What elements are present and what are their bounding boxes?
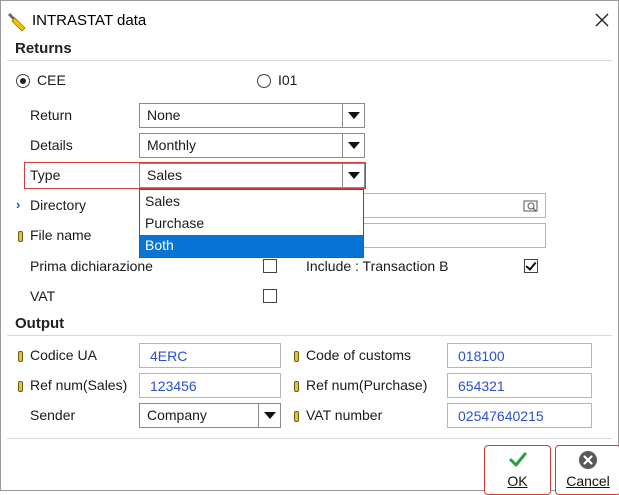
return-value: None — [147, 107, 181, 123]
codice-ua-label: Codice UA — [30, 347, 97, 363]
type-option-purchase[interactable]: Purchase — [140, 213, 363, 235]
wrench-icon — [8, 13, 26, 32]
details-label: Details — [30, 137, 73, 153]
prima-dichiarazione-checkbox[interactable] — [263, 259, 277, 273]
window-title: INTRASTAT data — [32, 12, 147, 29]
codice-ua-field[interactable]: 4ERC — [139, 343, 281, 368]
ref-num-purchase-value: 654321 — [458, 378, 505, 394]
sender-label: Sender — [30, 407, 76, 423]
close-icon[interactable] — [591, 9, 613, 31]
browse-folder-icon[interactable] — [523, 198, 539, 213]
ref-num-purchase-field[interactable]: 654321 — [447, 373, 592, 398]
returns-section-title: Returns — [15, 40, 72, 57]
type-dropdown-list: Sales Purchase Both — [139, 189, 364, 258]
expand-arrow-icon: › — [16, 197, 21, 212]
required-marker-icon — [18, 351, 23, 362]
required-marker-icon — [294, 381, 299, 392]
codice-ua-value: 4ERC — [150, 348, 188, 364]
radio-cee-label: CEE — [37, 72, 66, 88]
type-select[interactable]: Sales — [139, 163, 365, 188]
required-marker-icon — [18, 381, 23, 392]
required-marker-icon — [18, 231, 23, 242]
intrastat-dialog: INTRASTAT data Returns CEE I01 Return No… — [0, 0, 619, 495]
code-of-customs-field[interactable]: 018100 — [447, 343, 592, 368]
directory-label: Directory — [30, 197, 87, 213]
chevron-down-icon[interactable] — [258, 404, 280, 427]
vat-number-value: 02547640215 — [458, 408, 544, 424]
prima-dichiarazione-label: Prima dichiarazione — [30, 258, 153, 274]
type-option-both[interactable]: Both — [140, 235, 363, 257]
required-marker-icon — [294, 411, 299, 422]
type-value: Sales — [147, 167, 183, 183]
include-transaction-b-checkbox[interactable] — [524, 259, 538, 273]
vat-number-label: VAT number — [306, 407, 383, 423]
ref-num-purchase-label: Ref num(Purchase) — [306, 377, 428, 393]
ok-button[interactable]: OK — [484, 445, 551, 495]
details-select[interactable]: Monthly — [139, 133, 365, 158]
ok-button-label: OK — [507, 473, 528, 489]
return-select[interactable]: None — [139, 103, 365, 128]
code-of-customs-label: Code of customs — [306, 347, 412, 363]
ref-num-sales-label: Ref num(Sales) — [30, 377, 128, 393]
cancel-button[interactable]: Cancel — [555, 445, 619, 495]
output-section-title: Output — [15, 315, 65, 332]
cancel-icon — [579, 451, 597, 469]
return-label: Return — [30, 107, 73, 123]
chevron-down-icon[interactable] — [342, 134, 364, 157]
sender-value: Company — [147, 407, 207, 423]
ref-num-sales-field[interactable]: 123456 — [139, 373, 281, 398]
radio-i01-label: I01 — [278, 72, 298, 88]
code-of-customs-value: 018100 — [458, 348, 505, 364]
cancel-button-label: Cancel — [566, 473, 610, 489]
chevron-down-icon[interactable] — [342, 164, 364, 187]
ref-num-sales-value: 123456 — [150, 378, 197, 394]
vat-checkbox[interactable] — [263, 289, 277, 303]
details-value: Monthly — [147, 137, 197, 153]
radio-cee[interactable] — [16, 74, 30, 88]
radio-i01[interactable] — [257, 74, 271, 88]
file-name-label: File name — [30, 227, 92, 243]
type-label: Type — [30, 167, 61, 183]
title-bar: INTRASTAT data — [1, 1, 618, 37]
chevron-down-icon[interactable] — [342, 104, 364, 127]
button-bar-divider — [7, 438, 612, 439]
output-divider — [7, 335, 612, 336]
include-transaction-b-label: Include : Transaction B — [306, 258, 449, 274]
sender-select[interactable]: Company — [139, 403, 281, 428]
returns-divider — [7, 60, 612, 61]
vat-label: VAT — [30, 288, 56, 304]
checkmark-icon — [509, 452, 527, 467]
type-option-sales[interactable]: Sales — [140, 191, 363, 213]
required-marker-icon — [294, 351, 299, 362]
vat-number-field[interactable]: 02547640215 — [447, 403, 592, 428]
